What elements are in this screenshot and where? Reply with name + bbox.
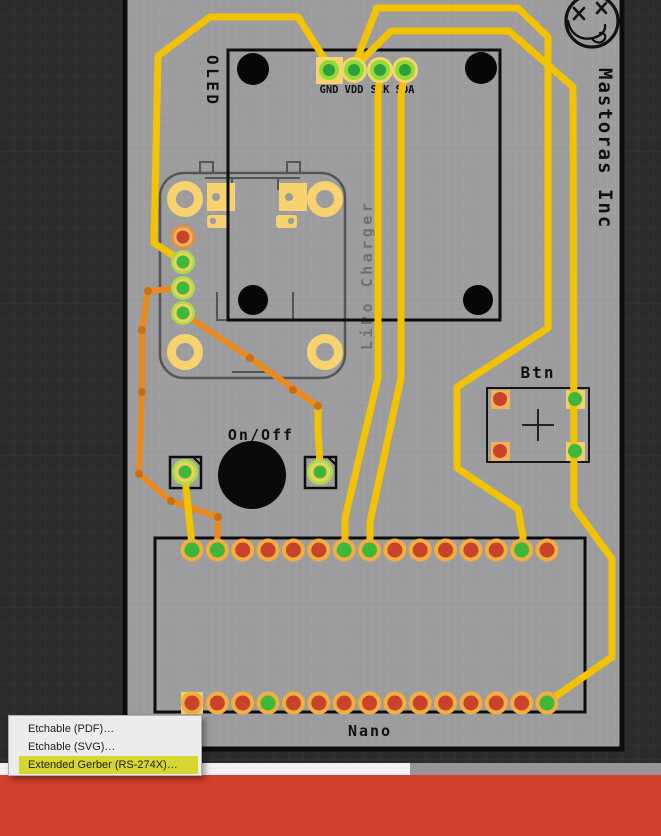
onoff-label: On/Off (228, 426, 294, 444)
btn-label: Btn (521, 363, 556, 382)
menu-item-etchable-svg[interactable]: Etchable (SVG)… (19, 738, 198, 756)
company-name: Mastoras Inc (594, 68, 616, 229)
menu-item-etchable-pdf[interactable]: Etchable (PDF)… (19, 720, 198, 738)
app-window: LiPo Charger OLED GND VDD SCK SDA On/Off (0, 0, 661, 836)
oled-label: OLED (203, 55, 222, 108)
bottom-bar: Export for PCB Routing completed (0, 775, 661, 836)
nano-label: Nano (348, 722, 392, 740)
export-context-menu: Etchable (PDF)… Etchable (SVG)… Extended… (8, 715, 202, 776)
switch-hole (218, 441, 286, 509)
oled-pin-label-vdd: VDD (345, 84, 364, 96)
menu-item-extended-gerber[interactable]: Extended Gerber (RS-274X)… (19, 756, 198, 774)
oled-pin-label-gnd: GND (320, 84, 339, 96)
lipo-label: LiPo Charger (358, 200, 376, 350)
pcb-canvas[interactable]: LiPo Charger OLED GND VDD SCK SDA On/Off (0, 0, 661, 763)
